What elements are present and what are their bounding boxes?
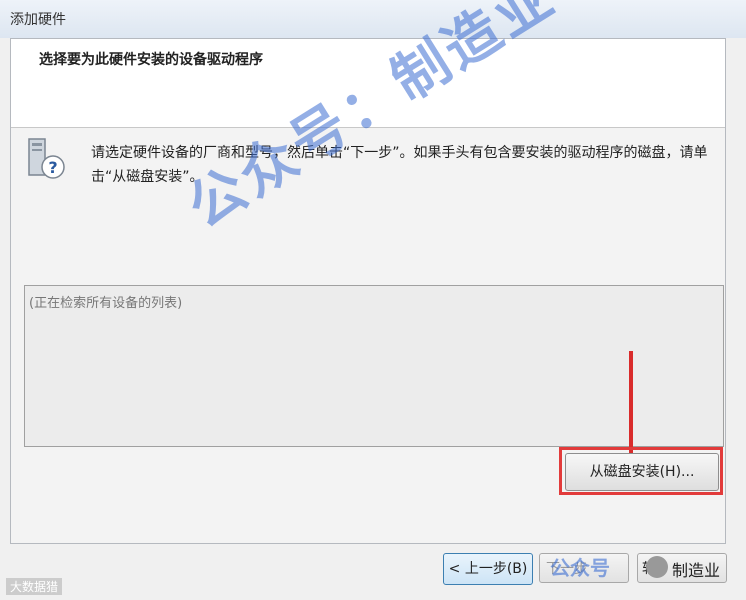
watermark-bottom-left: 大数据猎 bbox=[6, 578, 63, 595]
watermark-brand: 制造业 bbox=[672, 561, 721, 580]
page-heading: 选择要为此硬件安装的设备驱动程序 bbox=[39, 52, 263, 68]
wizard-panel: 选择要为此硬件安装的设备驱动程序 ? 请选定硬件设备的厂商和型号，然后单击“下一… bbox=[10, 38, 727, 585]
list-status: (正在检索所有设备的列表) bbox=[29, 296, 183, 311]
title-bar: 添加硬件 bbox=[0, 0, 746, 38]
have-disk-button[interactable]: 从磁盘安装(H)... bbox=[565, 453, 719, 491]
instruction-text: 请选定硬件设备的厂商和型号，然后单击“下一步”。如果手头有包含要安装的驱动程序的… bbox=[91, 145, 708, 185]
wizard-header: 选择要为此硬件安装的设备驱动程序 bbox=[11, 39, 725, 128]
wechat-icon bbox=[646, 556, 668, 578]
back-button[interactable]: < 上一步(B) bbox=[443, 553, 533, 585]
svg-text:?: ? bbox=[48, 158, 57, 177]
watermark-bottom: 公众号 bbox=[550, 556, 610, 580]
device-list[interactable]: (正在检索所有设备的列表) bbox=[24, 285, 724, 447]
window-title: 添加硬件 bbox=[10, 12, 66, 28]
computer-question-icon: ? bbox=[28, 138, 65, 179]
